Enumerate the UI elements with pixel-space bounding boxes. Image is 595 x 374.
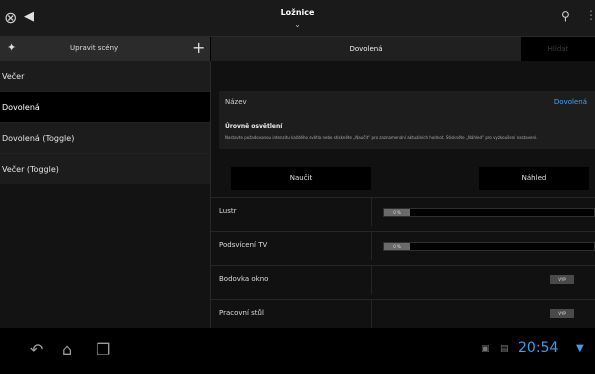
clock[interactable]: 20:54 [518, 340, 558, 356]
preview-button[interactable]: Náhled [479, 167, 589, 190]
tab-vacation[interactable]: Dovolená [211, 37, 521, 61]
add-scene-icon[interactable]: + [192, 38, 205, 57]
storage-icon[interactable]: ▤ [500, 344, 509, 354]
wifi-icon: ▼ [576, 343, 584, 354]
light-row-window-spot: Bodovka okno VYP [211, 265, 595, 294]
row-separator [371, 232, 372, 260]
light-row-chandelier: Lustr 0 % [211, 197, 595, 226]
level-slider[interactable]: 0 % [383, 208, 595, 217]
learn-button[interactable]: Naučit [231, 167, 371, 190]
scene-item-vacation[interactable]: Dovolená [0, 92, 210, 123]
light-row-tv-backlight: Podsvícení TV 0 % [211, 231, 595, 260]
slider-knob[interactable]: 0 % [384, 243, 410, 250]
room-title[interactable]: Ložnice [0, 8, 595, 17]
scene-item-evening-toggle[interactable]: Večer (Toggle) [0, 154, 210, 185]
notification-icon[interactable]: ▣ [481, 344, 490, 354]
row-separator [371, 266, 372, 294]
bulb-icon[interactable]: ⚲ [561, 9, 570, 23]
light-label: Podsvícení TV [219, 241, 268, 249]
row-separator [371, 198, 372, 226]
edit-scenes-label: Upravit scény [70, 44, 119, 52]
tab-bar: Dovolená Hlídat [211, 37, 595, 61]
tab-watch[interactable]: Hlídat [521, 37, 595, 61]
chevron-down-icon[interactable]: ⌄ [0, 20, 595, 29]
light-label: Pracovní stůl [219, 309, 264, 317]
scene-item-vacation-toggle[interactable]: Dovolená (Toggle) [0, 123, 210, 154]
nav-back-icon[interactable]: ↶ [30, 340, 43, 359]
light-label: Bodovka okno [219, 275, 269, 283]
scenes-header: ✦ Upravit scény + [0, 37, 210, 61]
off-toggle[interactable]: VYP [550, 309, 574, 318]
light-row-desk: Pracovní stůl VYP [211, 299, 595, 328]
row-separator [371, 300, 372, 328]
scene-info-box: Název Dovolená Úrovně osvětlení Nastavte… [219, 91, 595, 149]
light-levels-description: Nastavte požadovanou intenzitu každého s… [225, 135, 538, 140]
system-nav-bar: ↶ ⌂ ❐ ▣ ▤ 20:54 ▼ [0, 328, 595, 374]
slider-knob[interactable]: 0 % [384, 209, 410, 216]
name-label: Název [225, 98, 247, 106]
off-toggle[interactable]: VYP [550, 275, 574, 284]
action-bar: ⊗ ◀ Ložnice ⌄ ⚲ ⋮ [0, 0, 595, 37]
scene-detail: Název Dovolená Úrovně osvětlení Nastavte… [211, 61, 595, 328]
name-value[interactable]: Dovolená [554, 98, 587, 106]
light-levels-title: Úrovně osvětlení [225, 123, 283, 130]
level-slider[interactable]: 0 % [383, 242, 595, 251]
light-label: Lustr [219, 207, 237, 215]
overflow-menu-icon[interactable]: ⋮ [585, 8, 595, 22]
scene-item-evening[interactable]: Večer [0, 61, 210, 92]
nav-recents-icon[interactable]: ❐ [96, 340, 110, 359]
nav-home-icon[interactable]: ⌂ [62, 340, 72, 359]
scene-list-empty-area [0, 184, 210, 328]
scene-list: Večer Dovolená Dovolená (Toggle) Večer (… [0, 61, 210, 185]
pin-icon[interactable]: ✦ [7, 41, 16, 54]
